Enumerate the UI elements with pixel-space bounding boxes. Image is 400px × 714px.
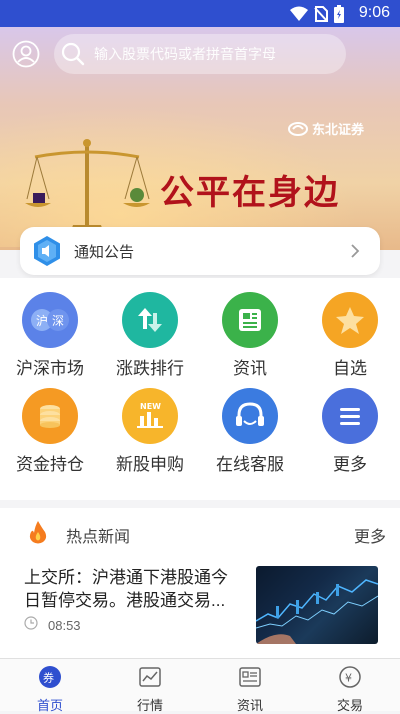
hot-news-header: 热点新闻 更多 [0, 508, 400, 556]
hot-news-more-link[interactable]: 更多 [354, 523, 386, 547]
grid-item-label: 资讯 [233, 359, 267, 378]
grid-item-more[interactable]: 更多 [300, 388, 400, 488]
chevron-right-icon [351, 244, 360, 258]
tab-label: 资讯 [236, 698, 263, 713]
search-bar[interactable]: 输入股票代码或者拼音首字母 [54, 34, 346, 74]
banner[interactable]: 输入股票代码或者拼音首字母 东北证券 公平在身边 [0, 27, 400, 250]
tab-label: 行情 [136, 698, 163, 713]
notice-card[interactable]: 通知公告 [20, 227, 380, 275]
tab-home[interactable]: 券 首页 [0, 659, 100, 713]
trade-icon-char: ¥ [345, 672, 352, 685]
clock-icon [24, 616, 38, 630]
news-item[interactable]: 上交所：沪港通下港股通今日暂停交易。港股通交易... 08:53 [0, 556, 400, 656]
stock-chart-photo [256, 579, 378, 644]
grid-item-hushen-market[interactable]: 沪 深 沪深市场 [0, 292, 100, 392]
svg-text:深: 深 [52, 314, 64, 328]
grid-item-label: 在线客服 [216, 455, 284, 474]
search-placeholder: 输入股票代码或者拼音首字母 [94, 46, 276, 62]
wifi-icon [290, 6, 308, 21]
news-icon [239, 667, 261, 687]
menu-icon [322, 388, 378, 444]
home-voucher-icon: 券 [39, 666, 61, 688]
grid-item-label: 沪深市场 [16, 359, 84, 378]
hot-news-title: 热点新闻 [66, 529, 131, 546]
grid-item-label: 新股申购 [116, 455, 184, 474]
fire-icon [29, 521, 47, 544]
grid-item-funds-position[interactable]: 资金持仓 [0, 388, 100, 488]
headset-icon [222, 388, 278, 444]
status-bar: 9:06 [0, 0, 400, 27]
star-icon [322, 292, 378, 348]
grid-item-rank[interactable]: 涨跌排行 [100, 292, 200, 392]
brand-logo: 东北证券 [287, 119, 364, 138]
function-grid: 沪 深 沪深市场 涨跌排行 资讯 自选 资金持仓 NEW 新股申购 在线客服 更… [0, 278, 400, 500]
chart-icon [139, 667, 161, 687]
tab-news[interactable]: 资讯 [200, 659, 300, 713]
grid-item-label: 资金持仓 [16, 455, 84, 474]
status-icons [290, 5, 344, 23]
grid-item-label: 自选 [333, 359, 367, 378]
search-icon [61, 42, 85, 66]
news-item-time: 08:53 [48, 618, 81, 633]
grid-item-customer-service[interactable]: 在线客服 [200, 388, 300, 488]
news-item-title: 上交所：沪港通下港股通今日暂停交易。港股通交易... [24, 568, 228, 610]
no-sim-icon [314, 6, 328, 22]
new-stock-icon: NEW [122, 388, 178, 444]
rise-fall-icon [122, 292, 178, 348]
bottom-tab-bar: 券 首页 行情 资讯 ¥ 交易 [0, 658, 400, 713]
coins-icon [22, 388, 78, 444]
new-badge: NEW [140, 402, 161, 411]
announcement-icon [34, 236, 60, 266]
notice-label: 通知公告 [74, 243, 135, 261]
tab-trade[interactable]: ¥ 交易 [300, 659, 400, 713]
yuan-icon: ¥ [339, 666, 361, 688]
grid-item-label: 涨跌排行 [116, 359, 184, 378]
grid-item-news[interactable]: 资讯 [200, 292, 300, 392]
grid-item-watchlist[interactable]: 自选 [300, 292, 400, 392]
grid-item-label: 更多 [333, 455, 367, 474]
newspaper-icon [222, 292, 278, 348]
tab-market[interactable]: 行情 [100, 659, 200, 713]
hot-news-section: 热点新闻 更多 上交所：沪港通下港股通今日暂停交易。港股通交易... 08:53 [0, 508, 400, 658]
news-thumbnail [256, 566, 378, 644]
market-icon: 沪 深 [22, 292, 78, 348]
home-icon-char: 券 [43, 671, 54, 685]
brand-name: 东北证券 [311, 122, 364, 137]
battery-charging-icon [334, 5, 344, 23]
banner-slogan: 公平在身边 [160, 173, 340, 213]
brand-mark-icon [287, 121, 308, 136]
tab-label: 首页 [36, 698, 63, 713]
tab-label: 交易 [336, 698, 363, 713]
user-avatar-icon[interactable] [12, 40, 40, 68]
svg-text:沪: 沪 [36, 314, 48, 328]
grid-item-ipo[interactable]: NEW 新股申购 [100, 388, 200, 488]
status-time: 9:06 [358, 4, 390, 21]
